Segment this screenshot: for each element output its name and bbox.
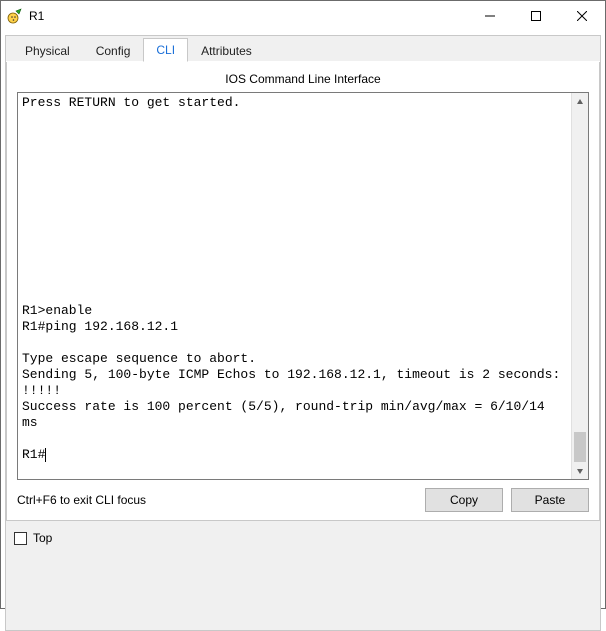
content-frame: Physical Config CLI Attributes IOS Comma… <box>5 35 601 631</box>
terminal-line <box>22 159 30 174</box>
cli-panel: IOS Command Line Interface Press RETURN … <box>6 62 600 521</box>
terminal-line: Press RETURN to get started. <box>22 95 240 110</box>
terminal-line <box>22 335 30 350</box>
terminal-scrollbar[interactable] <box>571 93 588 479</box>
tab-attributes[interactable]: Attributes <box>188 39 265 62</box>
scroll-track[interactable] <box>572 110 588 462</box>
tab-bar: Physical Config CLI Attributes <box>6 36 600 62</box>
terminal-cursor <box>45 448 46 462</box>
terminal-line <box>22 207 30 222</box>
terminal-line: Success rate is 100 percent (5/5), round… <box>22 399 553 430</box>
footer: Top <box>6 521 600 551</box>
panel-title: IOS Command Line Interface <box>17 72 589 86</box>
terminal-line <box>22 111 30 126</box>
titlebar: R1 <box>1 1 605 31</box>
terminal-line: R1#ping 192.168.12.1 <box>22 319 178 334</box>
maximize-button[interactable] <box>513 1 559 31</box>
top-label: Top <box>33 531 52 545</box>
window-title: R1 <box>29 9 44 23</box>
terminal-line <box>22 223 30 238</box>
scroll-down-icon[interactable] <box>572 462 589 479</box>
terminal-line <box>22 191 30 206</box>
terminal-line: Type escape sequence to abort. <box>22 351 256 366</box>
tab-physical[interactable]: Physical <box>12 39 83 62</box>
terminal-line <box>22 127 30 142</box>
paste-button[interactable]: Paste <box>511 488 589 512</box>
terminal-output[interactable]: Press RETURN to get started. R1>enable R… <box>18 93 571 479</box>
terminal-prompt: R1# <box>22 447 45 462</box>
scroll-thumb[interactable] <box>574 432 586 462</box>
terminal-line <box>22 239 30 254</box>
terminal-line <box>22 431 30 446</box>
window-controls <box>467 1 605 31</box>
terminal-line: Sending 5, 100-byte ICMP Echos to 192.16… <box>22 367 560 382</box>
copy-button[interactable]: Copy <box>425 488 503 512</box>
terminal-container: Press RETURN to get started. R1>enable R… <box>17 92 589 480</box>
button-row: Ctrl+F6 to exit CLI focus Copy Paste <box>17 488 589 512</box>
minimize-button[interactable] <box>467 1 513 31</box>
top-checkbox[interactable] <box>14 532 27 545</box>
tab-config[interactable]: Config <box>83 39 144 62</box>
terminal-line <box>22 143 30 158</box>
terminal-line <box>22 287 30 302</box>
terminal-line: R1>enable <box>22 303 92 318</box>
terminal-line: !!!!! <box>22 383 61 398</box>
app-icon <box>7 8 23 24</box>
focus-hint: Ctrl+F6 to exit CLI focus <box>17 493 146 507</box>
terminal-line <box>22 255 30 270</box>
terminal-line <box>22 175 30 190</box>
scroll-up-icon[interactable] <box>572 93 589 110</box>
tab-cli[interactable]: CLI <box>143 38 188 62</box>
close-button[interactable] <box>559 1 605 31</box>
terminal-line <box>22 271 30 286</box>
